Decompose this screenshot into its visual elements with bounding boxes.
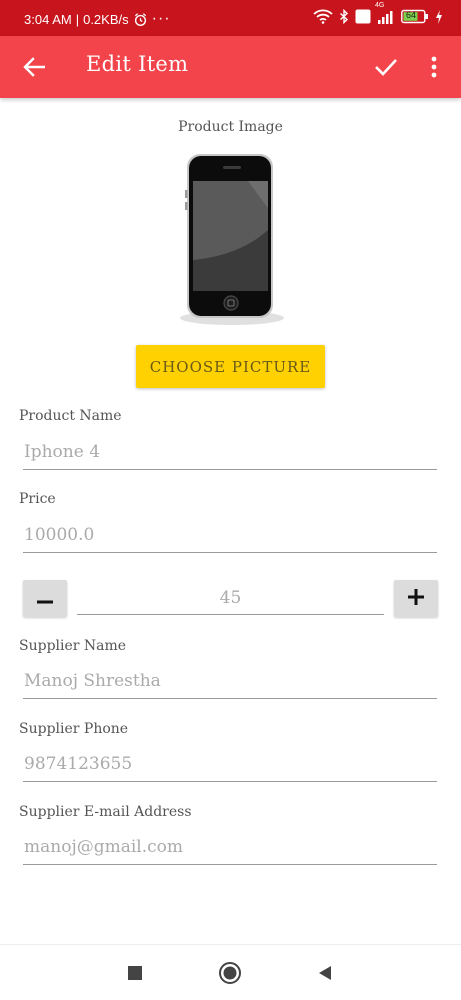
battery-level: 64 bbox=[406, 10, 417, 20]
supplier-phone-label: Supplier Phone bbox=[19, 721, 129, 737]
network-type-label: 4G bbox=[375, 1, 385, 9]
increment-button[interactable] bbox=[394, 580, 438, 617]
volte-icon bbox=[355, 9, 371, 24]
overflow-menu-icon[interactable] bbox=[422, 52, 446, 82]
product-name-value: Iphone 4 bbox=[24, 442, 101, 462]
save-check-icon[interactable] bbox=[371, 52, 401, 82]
system-nav-bar bbox=[0, 944, 461, 1000]
status-more: ··· bbox=[151, 10, 171, 27]
price-label: Price bbox=[19, 491, 56, 507]
bluetooth-icon bbox=[339, 9, 349, 24]
alarm-icon bbox=[133, 12, 148, 27]
wifi-icon bbox=[313, 9, 333, 24]
price-value: 10000.0 bbox=[24, 525, 95, 545]
supplier-name-input[interactable]: Manoj Shrestha bbox=[23, 663, 437, 699]
status-left: 3:04 AM | 0.2KB/s ··· bbox=[24, 10, 171, 28]
supplier-email-label: Supplier E-mail Address bbox=[19, 804, 192, 820]
status-time: 3:04 AM bbox=[24, 11, 72, 27]
quantity-input[interactable]: 45 bbox=[77, 582, 384, 615]
decrement-button[interactable] bbox=[23, 580, 67, 617]
recents-square-icon[interactable] bbox=[121, 959, 149, 987]
home-circle-icon[interactable] bbox=[216, 959, 244, 987]
product-image[interactable] bbox=[176, 150, 286, 330]
supplier-name-label: Supplier Name bbox=[19, 638, 127, 654]
signal-icon: 4G bbox=[375, 2, 395, 24]
supplier-name-value: Manoj Shrestha bbox=[24, 671, 161, 691]
supplier-email-value: manoj@gmail.com bbox=[24, 837, 184, 857]
status-right: 4G 64 bbox=[313, 2, 443, 24]
status-separator: | bbox=[75, 11, 80, 27]
supplier-phone-value: 9874123655 bbox=[24, 754, 133, 774]
battery-icon: 64 bbox=[401, 9, 429, 24]
charging-icon bbox=[435, 9, 443, 24]
price-input[interactable]: 10000.0 bbox=[23, 517, 437, 553]
product-image-label: Product Image bbox=[178, 119, 283, 135]
back-triangle-icon[interactable] bbox=[311, 959, 339, 987]
product-name-label: Product Name bbox=[19, 408, 122, 424]
choose-picture-button[interactable]: CHOOSE PICTURE bbox=[136, 345, 325, 388]
app-bar: Edit Item bbox=[0, 36, 461, 98]
status-network-speed: 0.2KB/s bbox=[83, 11, 129, 27]
minus-icon bbox=[37, 589, 53, 608]
plus-icon bbox=[408, 588, 424, 609]
status-bar: 3:04 AM | 0.2KB/s ··· 4G 64 bbox=[0, 0, 461, 36]
quantity-value: 45 bbox=[219, 588, 242, 608]
supplier-phone-input[interactable]: 9874123655 bbox=[23, 746, 437, 782]
back-arrow-icon[interactable] bbox=[20, 53, 48, 81]
supplier-email-input[interactable]: manoj@gmail.com bbox=[23, 829, 437, 865]
page-title: Edit Item bbox=[86, 52, 189, 76]
product-name-input[interactable]: Iphone 4 bbox=[23, 434, 437, 470]
